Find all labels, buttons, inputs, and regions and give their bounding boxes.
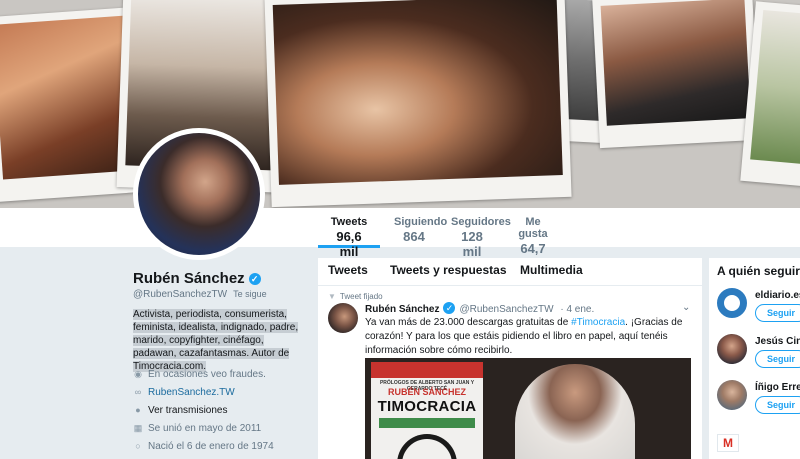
author-photo — [515, 364, 635, 459]
tweet-header: Rubén Sánchez ✓ @RubenSanchezTW · 4 ene. — [365, 302, 594, 315]
chevron-down-icon[interactable]: ⌄ — [682, 302, 690, 313]
book-title: TIMOCRACIA — [377, 398, 477, 415]
location-icon: ◉ — [134, 369, 142, 379]
profile-bio-text: Activista, periodista, consumerista, fem… — [133, 309, 299, 372]
suggestion-item: Íñigo Errejón Seguir — [716, 379, 800, 424]
profile-location: ◉ En ocasiones veo fraudes. — [133, 369, 266, 380]
nav-tab-label: Me gusta — [518, 216, 548, 240]
nav-tab-label: Siguiendo — [394, 216, 448, 228]
suggestion-name[interactable]: Jesús Cintora — [755, 336, 800, 347]
verified-icon: ✓ — [248, 273, 261, 285]
profile-avatar[interactable] — [133, 128, 265, 260]
verified-icon: ✓ — [443, 302, 456, 314]
pinned-text: Tweet fijado — [339, 292, 383, 301]
profile-header-banner — [0, 0, 800, 208]
book-gear-graphic — [397, 434, 457, 459]
broadcast-icon: ● — [135, 405, 141, 415]
profile-joined: ▦ Se unió en mayo de 2011 — [133, 423, 262, 434]
suggestion-item: Jesús Cintora Seguir — [715, 332, 800, 378]
broadcasts-link[interactable]: Ver transmisiones — [148, 405, 227, 416]
suggestion-name[interactable]: eldiario.es — [755, 290, 800, 301]
book-author: RUBÉN SÁNCHEZ — [387, 387, 466, 397]
book-cover-band — [371, 362, 483, 378]
book-cover: PRÓLOGOS DE ALBERTO SAN JUAN Y GERARDO T… — [371, 362, 483, 459]
tweet-author-name[interactable]: Rubén Sánchez — [365, 304, 439, 315]
timeline-tab-tweets[interactable]: Tweets — [328, 263, 368, 277]
gmail-icon[interactable]: M — [717, 434, 739, 452]
tweet-avatar[interactable] — [328, 303, 358, 333]
link-icon: ∞ — [134, 387, 142, 397]
pin-icon: ▼ — [328, 292, 336, 301]
nav-tab-value: 128 mil — [461, 229, 483, 259]
follows-you-badge: Te sigue — [233, 289, 267, 299]
follow-button[interactable]: Seguir — [755, 304, 800, 322]
website-link[interactable]: RubenSanchez.TW — [148, 387, 235, 398]
suggestion-avatar[interactable] — [715, 332, 749, 366]
who-to-follow-title: A quién seguir — [717, 264, 800, 278]
suggestion-avatar[interactable] — [717, 288, 747, 318]
profile-broadcasts[interactable]: ● Ver transmisiones — [133, 405, 227, 416]
tweet-hashtag[interactable]: #Timocracia — [571, 317, 625, 328]
joined-text: Se unió en mayo de 2011 — [148, 423, 262, 434]
calendar-icon: ▦ — [133, 423, 143, 433]
nav-tab-value: 96,6 mil — [336, 229, 362, 259]
banner-photo — [264, 0, 572, 208]
profile-handle-row: @RubenSanchezTW Te sigue — [133, 289, 267, 300]
follow-button[interactable]: Seguir — [755, 396, 800, 414]
timeline-tab-media[interactable]: Multimedia — [520, 263, 583, 277]
nav-tab-value: 864 — [403, 229, 425, 244]
pinned-label: ▼ Tweet fijado — [328, 292, 383, 301]
profile-name[interactable]: Rubén Sánchez — [133, 270, 245, 287]
tweet-text-part: Ya van más de 23.000 descargas gratuitas… — [365, 317, 572, 328]
profile-handle[interactable]: @RubenSanchezTW — [133, 289, 227, 300]
nav-tab-likes[interactable]: Me gusta 64,7 mil — [502, 208, 564, 271]
profile-website[interactable]: ∞ RubenSanchez.TW — [133, 387, 235, 398]
nav-tab-followers[interactable]: Seguidores 128 mil — [441, 208, 511, 259]
nav-tab-tweets[interactable]: Tweets 96,6 mil — [318, 208, 380, 259]
tweet-author-handle[interactable]: @RubenSanchezTW — [459, 304, 553, 315]
balloon-icon: ○ — [135, 441, 141, 451]
timeline: Tweets Tweets y respuestas Multimedia ▼ T… — [318, 258, 702, 459]
tweet-date[interactable]: · 4 ene. — [560, 304, 594, 315]
banner-photo — [592, 0, 760, 149]
profile-birthday: ○ Nació el 6 de enero de 1974 — [133, 441, 274, 452]
nav-tab-following[interactable]: Siguiendo 864 — [384, 208, 448, 248]
location-text: En ocasiones veo fraudes. — [148, 369, 266, 380]
profile-bio: Activista, periodista, consumerista, fem… — [133, 308, 303, 373]
profile-name-row: Rubén Sánchez ✓ — [133, 270, 261, 287]
suggestion-item: eldiario.es Seguir — [717, 288, 800, 332]
tweet-text: Ya van más de 23.000 descargas gratuitas… — [365, 316, 695, 358]
nav-tab-label: Seguidores — [451, 216, 511, 228]
nav-tab-label: Tweets — [330, 216, 368, 228]
profile-sidebar: Rubén Sánchez ✓ @RubenSanchezTW Te sigue A… — [0, 248, 318, 459]
timeline-tabs: Tweets Tweets y respuestas Multimedia — [318, 258, 702, 286]
profile-nav: Tweets 96,6 mil Siguiendo 864 Seguidores… — [0, 208, 800, 271]
suggestion-name[interactable]: Íñigo Errejón — [755, 382, 800, 393]
who-to-follow: A quién seguir eldiario.es Seguir Jesús … — [709, 258, 800, 459]
tweet-media-image[interactable]: PRÓLOGOS DE ALBERTO SAN JUAN Y GERARDO T… — [365, 358, 691, 459]
birthday-text: Nació el 6 de enero de 1974 — [148, 441, 274, 452]
book-strip — [379, 418, 475, 428]
timeline-tab-replies[interactable]: Tweets y respuestas — [390, 263, 507, 277]
follow-button[interactable]: Seguir — [755, 350, 800, 368]
suggestion-avatar[interactable] — [716, 379, 748, 411]
